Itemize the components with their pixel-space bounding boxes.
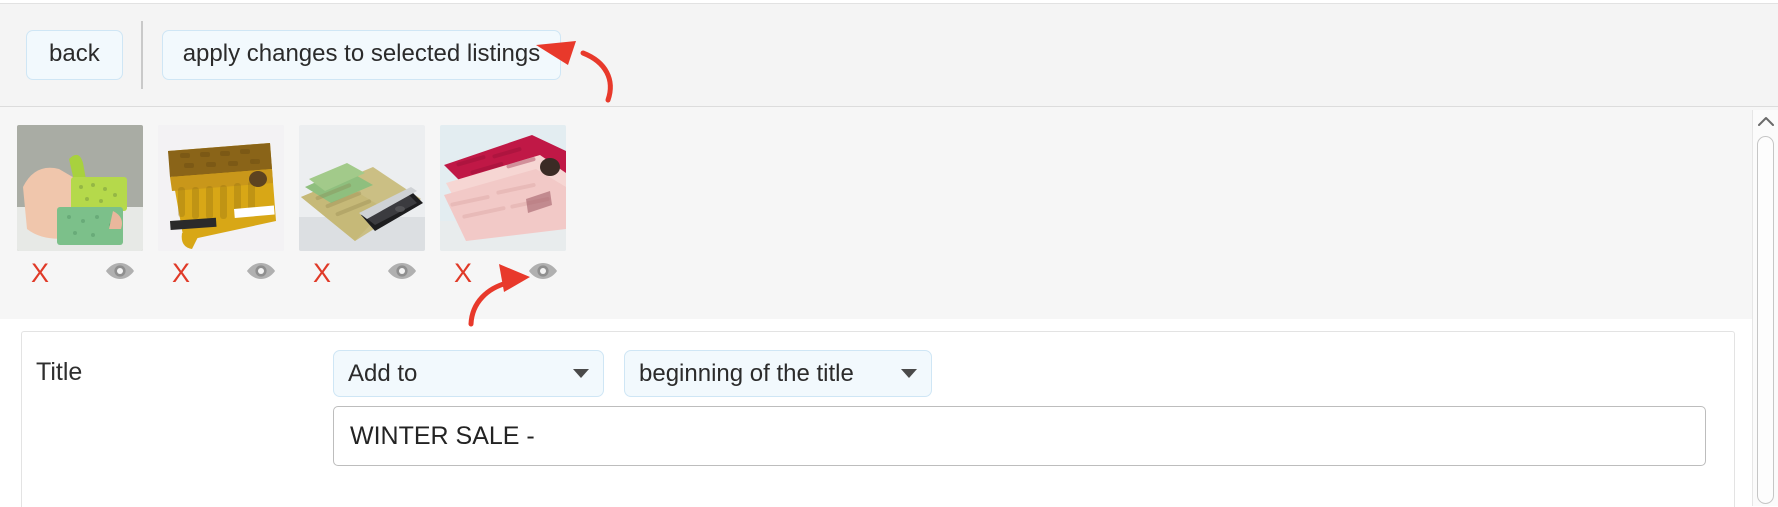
chevron-up-icon: [1757, 116, 1774, 126]
listing-thumbnail-4[interactable]: [440, 125, 566, 251]
vertical-scrollbar[interactable]: [1752, 110, 1778, 506]
bulk-edit-form-panel: Title Add to beginning of the title WINT…: [21, 331, 1735, 507]
title-position-select[interactable]: beginning of the title: [624, 350, 932, 397]
thumbnail-controls: X: [158, 251, 284, 295]
apply-changes-button[interactable]: apply changes to selected listings: [161, 30, 562, 80]
thumbnail-controls: X: [17, 251, 143, 295]
remove-thumbnail-icon[interactable]: X: [31, 259, 49, 287]
eye-icon[interactable]: [246, 261, 276, 286]
thumbnail-controls: X: [299, 251, 425, 295]
eye-icon[interactable]: [387, 261, 417, 286]
thumbnail-item: X: [158, 125, 299, 295]
thumbnail-list: X X X X: [17, 125, 581, 295]
title-text-input[interactable]: WINTER SALE -: [333, 406, 1706, 466]
title-field-label: Title: [36, 358, 83, 386]
thumbnail-item: X: [17, 125, 158, 295]
title-position-select-value: beginning of the title: [639, 359, 854, 387]
eye-icon[interactable]: [105, 261, 135, 286]
eye-icon[interactable]: [528, 261, 558, 286]
thumbnail-item: X: [299, 125, 440, 295]
toolbar-divider: [140, 21, 143, 89]
chevron-down-icon: [901, 369, 917, 378]
remove-thumbnail-icon[interactable]: X: [454, 259, 472, 287]
title-action-select-value: Add to: [348, 359, 418, 387]
top-toolbar: back apply changes to selected listings: [0, 3, 1778, 107]
scroll-up-button[interactable]: [1753, 110, 1778, 132]
thumbnails-strip: X X X X: [0, 107, 1778, 319]
listing-thumbnail-2[interactable]: [158, 125, 284, 251]
listing-thumbnail-3[interactable]: [299, 125, 425, 251]
chevron-down-icon: [573, 369, 589, 378]
thumbnail-controls: X: [440, 251, 566, 295]
scrollbar-thumb[interactable]: [1757, 136, 1774, 504]
remove-thumbnail-icon[interactable]: X: [172, 259, 190, 287]
title-action-select[interactable]: Add to: [333, 350, 604, 397]
thumbnail-item: X: [440, 125, 581, 295]
listing-thumbnail-1[interactable]: [17, 125, 143, 251]
back-button[interactable]: back: [26, 30, 123, 80]
remove-thumbnail-icon[interactable]: X: [313, 259, 331, 287]
